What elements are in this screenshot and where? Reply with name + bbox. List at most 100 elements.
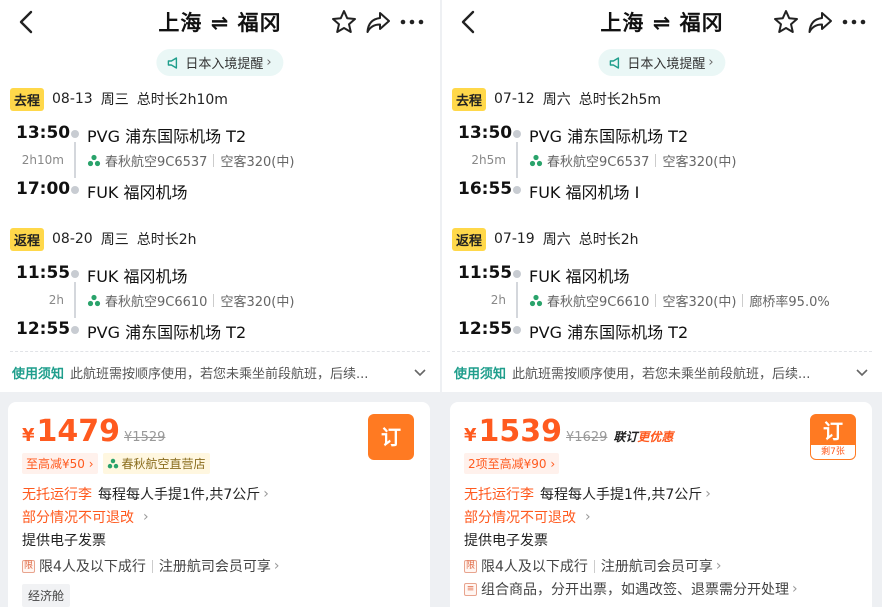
- price-amount: 1479: [36, 414, 121, 449]
- price-amount: 1539: [478, 414, 563, 449]
- limit-row[interactable]: 限 限4人及以下成行 注册航司会员可享 ›: [22, 556, 280, 576]
- timeline-line: [74, 142, 76, 178]
- original-price: ¥1629: [566, 430, 608, 445]
- outbound-header: 去程 08-13 周三 总时长2h10m: [10, 87, 228, 111]
- return-dep-airport: FUK 福冈机场: [87, 267, 188, 286]
- discount-tag-label: 2项至高减¥90: [468, 457, 547, 471]
- invoice-label: 提供电子发票: [464, 533, 548, 549]
- usage-title: 使用须知: [12, 366, 65, 382]
- flight-summary: 上海 ⇌ 福冈 日本入境提醒 › 去程 07-12 周六 总时长2h5m 13:…: [442, 0, 882, 392]
- outbound-aircraft: 空客320(中): [662, 155, 737, 170]
- book-button[interactable]: 订: [368, 414, 414, 460]
- refund-row[interactable]: 部分情况不可退改 ›: [464, 507, 591, 527]
- combo-icon: ≡: [464, 582, 477, 596]
- share-icon[interactable]: [806, 8, 834, 36]
- outbound-tag: 去程: [452, 87, 487, 111]
- outbound-weekday: 周六: [542, 92, 571, 108]
- discount-tag-label: 至高减¥50: [26, 457, 85, 471]
- star-icon[interactable]: [772, 8, 800, 36]
- entry-notice-pill[interactable]: 日本入境提醒 ›: [598, 49, 726, 76]
- return-arr-airport: PVG 浦东国际机场 T2: [87, 323, 247, 342]
- megaphone-icon: [167, 56, 178, 69]
- chevron-right-icon: ›: [143, 509, 149, 525]
- discount-tag[interactable]: 至高减¥50 ›: [22, 453, 98, 474]
- outbound-arr-airport: FUK 福冈机场 I: [529, 183, 640, 202]
- refund-policy: 部分情况不可退改: [464, 510, 576, 526]
- return-total-duration: 总时长2h: [578, 232, 639, 248]
- baggage-allowance: 每程每人手提1件,共7公斤: [98, 487, 261, 503]
- arr-dot: [71, 186, 79, 194]
- chevron-right-icon: ›: [705, 486, 711, 502]
- chevron-down-icon: [414, 369, 426, 377]
- invoice-row: 提供电子发票: [22, 530, 106, 550]
- divider: [742, 294, 744, 307]
- outbound-dep-airport: PVG 浦东国际机场 T2: [87, 127, 247, 146]
- arr-dot: [513, 186, 521, 194]
- return-duration: 2h: [48, 293, 64, 307]
- arr-dot: [513, 326, 521, 334]
- return-dep-airport: FUK 福冈机场: [529, 267, 630, 286]
- return-aircraft: 空客320(中): [220, 295, 295, 310]
- flight-detail-panel-right: 上海 ⇌ 福冈 日本入境提醒 › 去程 07-12 周六 总时长2h5m 13:…: [442, 0, 882, 607]
- price-currency: ¥: [22, 425, 35, 446]
- timeline-line: [516, 142, 518, 178]
- return-arr-time: 12:55: [458, 319, 513, 339]
- price-currency: ¥: [464, 425, 477, 446]
- star-icon[interactable]: [330, 8, 358, 36]
- return-header: 返程 08-20 周三 总时长2h: [10, 227, 196, 251]
- timeline-line: [74, 282, 76, 318]
- original-price: ¥1529: [124, 430, 166, 445]
- outbound-arr-time: 17:00: [16, 179, 71, 199]
- combo-text: 组合商品，分开出票，如遇改签、退票需分开处理: [481, 582, 789, 598]
- more-icon[interactable]: [840, 8, 868, 36]
- book-button[interactable]: 订 剩7张: [810, 414, 856, 460]
- dep-dot: [513, 130, 521, 138]
- invoice-label: 提供电子发票: [22, 533, 106, 549]
- more-icon[interactable]: [398, 8, 426, 36]
- discount-tag[interactable]: 2项至高减¥90 ›: [464, 453, 560, 474]
- usage-notice-row[interactable]: 使用须知 此航班需按顺序使用，若您未乘坐前段航班，后续...: [454, 362, 870, 382]
- arr-dot: [71, 326, 79, 334]
- limit-icon: 限: [22, 559, 35, 573]
- baggage-row[interactable]: 无托运行李 每程每人手提1件,共7公斤 ›: [22, 484, 269, 504]
- return-header: 返程 07-19 周六 总时长2h: [452, 227, 639, 251]
- chevron-down-icon: [856, 369, 868, 377]
- outbound-total-duration: 总时长2h10m: [136, 92, 228, 108]
- dep-dot: [513, 270, 521, 278]
- return-flight-number: 春秋航空9C6610: [105, 295, 208, 310]
- bundle-label: 联订: [613, 430, 638, 444]
- entry-notice-pill[interactable]: 日本入境提醒 ›: [156, 49, 284, 76]
- offer-card[interactable]: ¥ 1539 ¥1629 联订更优惠 2项至高减¥90 › 订 剩7张 无托运行…: [450, 402, 872, 607]
- entry-notice-label: 日本入境提醒: [185, 57, 264, 72]
- divider: [655, 294, 657, 307]
- outbound-weekday: 周三: [100, 92, 129, 108]
- outbound-dep-time: 13:50: [16, 123, 71, 143]
- divider: [213, 294, 215, 307]
- price: ¥ 1479 ¥1529: [22, 414, 165, 449]
- spring-airlines-logo-icon: [107, 458, 118, 468]
- outbound-flight-number: 春秋航空9C6537: [105, 155, 208, 170]
- usage-notice-row[interactable]: 使用须知 此航班需按顺序使用，若您未乘坐前段航班，后续...: [12, 362, 428, 382]
- limit-icon: 限: [464, 559, 477, 573]
- refund-row[interactable]: 部分情况不可退改 ›: [22, 507, 149, 527]
- member-text: 注册航司会员可享: [158, 559, 271, 575]
- return-arr-airport: PVG 浦东国际机场 T2: [529, 323, 689, 342]
- cabin-class-tag: 经济舱: [22, 584, 71, 607]
- outbound-flight-number: 春秋航空9C6537: [547, 155, 650, 170]
- limit-row[interactable]: 限 限4人及以下成行 注册航司会员可享 ›: [464, 556, 722, 576]
- combo-row[interactable]: ≡ 组合商品，分开出票，如遇改签、退票需分开处理 ›: [464, 579, 798, 599]
- chevron-right-icon: ›: [792, 581, 798, 597]
- outbound-total-duration: 总时长2h5m: [578, 92, 662, 108]
- dashed-divider: [10, 351, 430, 352]
- usage-description: 此航班需按顺序使用，若您未乘坐前段航班，后续...: [70, 366, 369, 382]
- chevron-right-icon: ›: [273, 558, 280, 574]
- flight-summary: 上海 ⇌ 福冈 日本入境提醒 › 去程 08-13 周三 总时长2h10m 13…: [0, 0, 440, 392]
- share-icon[interactable]: [364, 8, 392, 36]
- offer-card[interactable]: ¥ 1479 ¥1529 至高减¥50 › 春秋航空直营店 订 无托运行李 每程…: [8, 402, 430, 607]
- offer-tags: 2项至高减¥90 ›: [464, 453, 560, 474]
- spring-airlines-logo-icon: [87, 294, 101, 306]
- dep-dot: [71, 270, 79, 278]
- dashed-divider: [452, 351, 872, 352]
- baggage-row[interactable]: 无托运行李 每程每人手提1件,共7公斤 ›: [464, 484, 711, 504]
- return-weekday: 周三: [100, 232, 129, 248]
